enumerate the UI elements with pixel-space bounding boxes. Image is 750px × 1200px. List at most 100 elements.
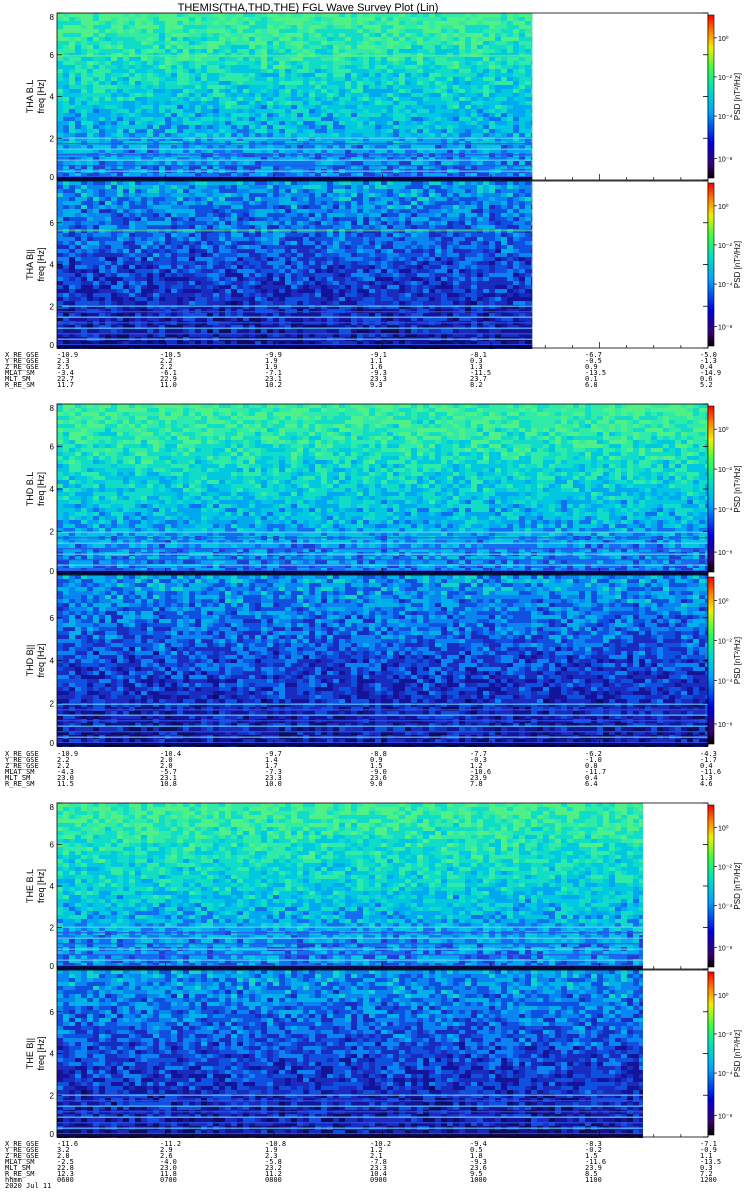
spectrogram-cell [123, 33, 129, 37]
spectrogram-cell [483, 125, 489, 129]
spectrogram-cell [189, 145, 195, 149]
spectrogram-cell [219, 145, 225, 149]
spectrogram-cell [75, 49, 81, 53]
spectrogram-cell [405, 209, 411, 213]
spectrogram-cell [171, 69, 177, 73]
spectrogram-cell [57, 45, 63, 49]
spectrogram-cell [87, 65, 93, 69]
panel-yunit: freq [Hz] [36, 79, 46, 113]
spectrogram-cell [417, 81, 423, 85]
spectrogram-cell [387, 197, 393, 201]
spectrogram-cell [369, 97, 375, 101]
spectrogram-cell [189, 45, 195, 49]
colorbar: 10⁻⁸10⁻⁴10⁻²10⁰PSD [nT²/Hz] [708, 15, 742, 178]
spectrogram-cell [69, 121, 75, 125]
spectrogram-cell [321, 93, 327, 97]
spectrogram-cell [111, 29, 117, 33]
spectrogram-cell [477, 185, 483, 189]
spectrogram-cell [279, 25, 285, 29]
spectrogram-cell [429, 89, 435, 93]
spectrogram-cell [423, 197, 429, 201]
spectrogram-cell [93, 101, 99, 105]
spectrogram-cell [507, 65, 513, 69]
spectrogram-cell [225, 193, 231, 197]
spectrogram-cell [81, 61, 87, 65]
spectrogram-cell [135, 185, 141, 189]
spectrogram-cell [99, 209, 105, 213]
spectrogram-cell [369, 37, 375, 41]
spectrogram-cell [489, 105, 495, 109]
spectrogram-cell [297, 121, 303, 125]
spectrogram-cell [453, 61, 459, 65]
spectrogram-cell [129, 197, 135, 201]
spectrogram-cell [123, 109, 129, 113]
spectrogram-cell [183, 161, 189, 165]
spectrogram-cell [525, 49, 531, 53]
spectrogram-cell [219, 17, 225, 21]
spectrogram-cell [459, 101, 465, 105]
spectrogram-cell [129, 129, 135, 133]
spectrogram-cell [219, 129, 225, 133]
spectrogram-cell [285, 113, 291, 117]
spectrogram-cell [57, 117, 63, 121]
spectrogram-cell [327, 161, 333, 165]
spectrogram-cell [201, 161, 207, 165]
spectrogram-cell [363, 49, 369, 53]
spectrogram-cell [141, 81, 147, 85]
spectrogram-cell [363, 209, 369, 213]
spectrogram-cell [207, 189, 213, 193]
spectrogram-cell [465, 209, 471, 213]
spectrogram-cell [213, 205, 219, 209]
spectrogram-cell [195, 205, 201, 209]
spectrogram-cell [213, 101, 219, 105]
spectrogram-cell [495, 45, 501, 49]
spectrogram-cell [273, 189, 279, 193]
spectrogram-cell [471, 65, 477, 69]
spectrogram-cell [147, 61, 153, 65]
spectrogram-cell [315, 65, 321, 69]
spectrogram-cell [237, 81, 243, 85]
spectrogram-cell [111, 161, 117, 165]
spectrogram-cell [393, 45, 399, 49]
spectrogram-cell [213, 57, 219, 61]
spectrogram-cell [69, 213, 75, 217]
spectrogram-cell [93, 77, 99, 81]
colorbar-tick-label: 10⁻² [718, 75, 732, 82]
spectrogram-cell [417, 77, 423, 81]
spectrogram-cell [219, 41, 225, 45]
spectrogram-cell [429, 21, 435, 25]
spectrogram-cell [207, 93, 213, 97]
spectrogram-cell [399, 37, 405, 41]
spectrogram-cell [237, 197, 243, 201]
spectrogram-cell [117, 97, 123, 101]
spectrogram-cell [477, 197, 483, 201]
spectrogram-cell [465, 205, 471, 209]
spectrogram-cell [297, 185, 303, 189]
spectrogram-cell [417, 49, 423, 53]
spectrogram-cell [345, 145, 351, 149]
spectrogram-cell [75, 113, 81, 117]
spectrogram-cell [339, 193, 345, 197]
spectrogram-cell [273, 117, 279, 121]
spectrogram-cell [411, 105, 417, 109]
spectrogram-cell [435, 161, 441, 165]
spectrogram-cell [225, 69, 231, 73]
spectrogram-cell [393, 33, 399, 37]
spectrogram-cell [93, 65, 99, 69]
spectrogram-cell [399, 57, 405, 61]
spectrogram-cell [231, 189, 237, 193]
spectrogram-cell [261, 21, 267, 25]
spectrogram-cell [513, 69, 519, 73]
spectrogram-cell [387, 145, 393, 149]
spectrogram-cell [411, 161, 417, 165]
spectrogram-cell [135, 65, 141, 69]
spectrogram-cell [117, 113, 123, 117]
spectrogram-cell [297, 89, 303, 93]
spectrogram-cell [165, 97, 171, 101]
spectrogram-cell [351, 33, 357, 37]
spectrogram-cell [201, 17, 207, 21]
spectrogram-cell [261, 209, 267, 213]
spectrogram-cell [441, 73, 447, 77]
spectrogram-cell [267, 77, 273, 81]
spectrogram-cell [285, 17, 291, 21]
